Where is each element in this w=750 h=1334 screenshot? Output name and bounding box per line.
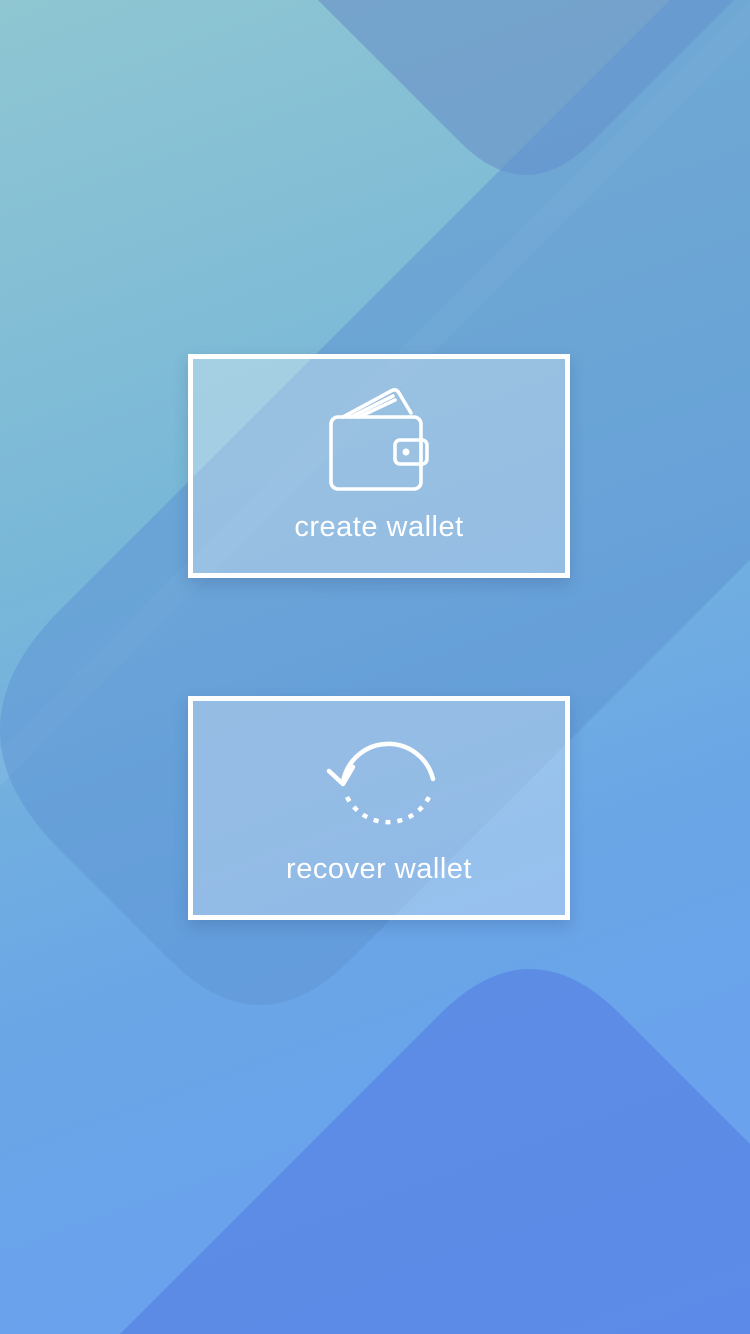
recover-wallet-label: recover wallet (286, 853, 472, 885)
restore-icon (326, 741, 436, 825)
recover-wallet-button[interactable]: recover wallet (188, 696, 570, 920)
background-shapes (0, 0, 750, 1334)
create-wallet-label: create wallet (294, 511, 464, 543)
create-wallet-button[interactable]: create wallet (188, 354, 570, 578)
wallet-icon (329, 388, 429, 491)
